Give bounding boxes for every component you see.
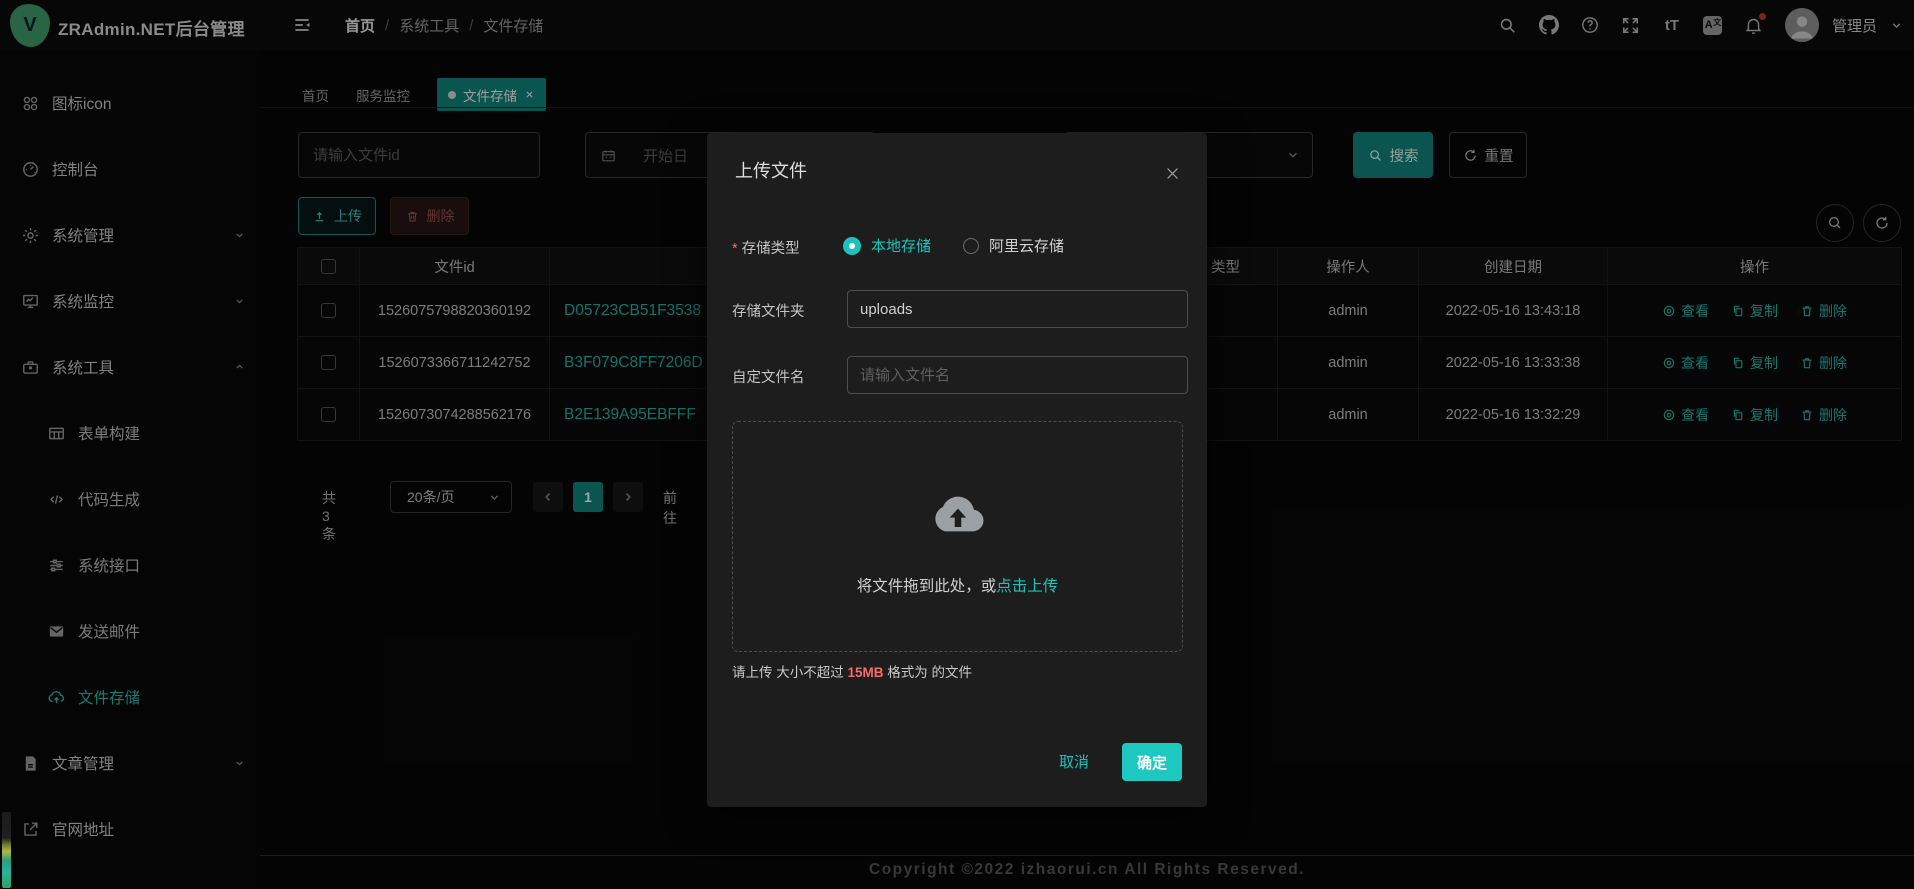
confirm-button[interactable]: 确定 xyxy=(1122,743,1182,781)
radio-local-storage-label[interactable]: 本地存储 xyxy=(871,235,931,256)
radio-aliyun-storage[interactable] xyxy=(963,238,979,254)
storage-type-radio-group: 本地存储 阿里云存储 xyxy=(843,235,1064,256)
filename-label: 自定文件名 xyxy=(732,366,805,387)
mini-widget-strip xyxy=(2,812,11,888)
close-icon[interactable] xyxy=(1164,165,1181,182)
folder-label: 存储文件夹 xyxy=(732,300,805,321)
cancel-button[interactable]: 取消 xyxy=(1059,751,1089,772)
size-limit: 15MB xyxy=(848,665,884,680)
storage-type-label: *存储类型 xyxy=(732,237,800,258)
radio-local-storage[interactable] xyxy=(843,237,861,255)
radio-aliyun-storage-label[interactable]: 阿里云存储 xyxy=(989,235,1064,256)
upload-dialog: 上传文件 *存储类型 本地存储 阿里云存储 存储文件夹 自定文件名 将文件拖到此… xyxy=(707,133,1207,807)
required-asterisk: * xyxy=(732,241,738,257)
dropzone-text: 将文件拖到此处，或点击上传 xyxy=(733,574,1182,596)
app-window: V ZRAdmin.NET后台管理 首页 / 系统工具 / 文件存储 xyxy=(0,0,1914,889)
dialog-title: 上传文件 xyxy=(735,157,807,183)
upload-tip: 请上传 大小不超过 15MB 格式为 的文件 xyxy=(732,661,972,681)
cloud-upload-icon xyxy=(921,488,995,540)
filename-input[interactable] xyxy=(847,356,1188,394)
click-upload-link[interactable]: 点击上传 xyxy=(996,578,1058,595)
upload-dropzone[interactable]: 将文件拖到此处，或点击上传 xyxy=(732,421,1183,652)
folder-input[interactable] xyxy=(847,290,1188,328)
